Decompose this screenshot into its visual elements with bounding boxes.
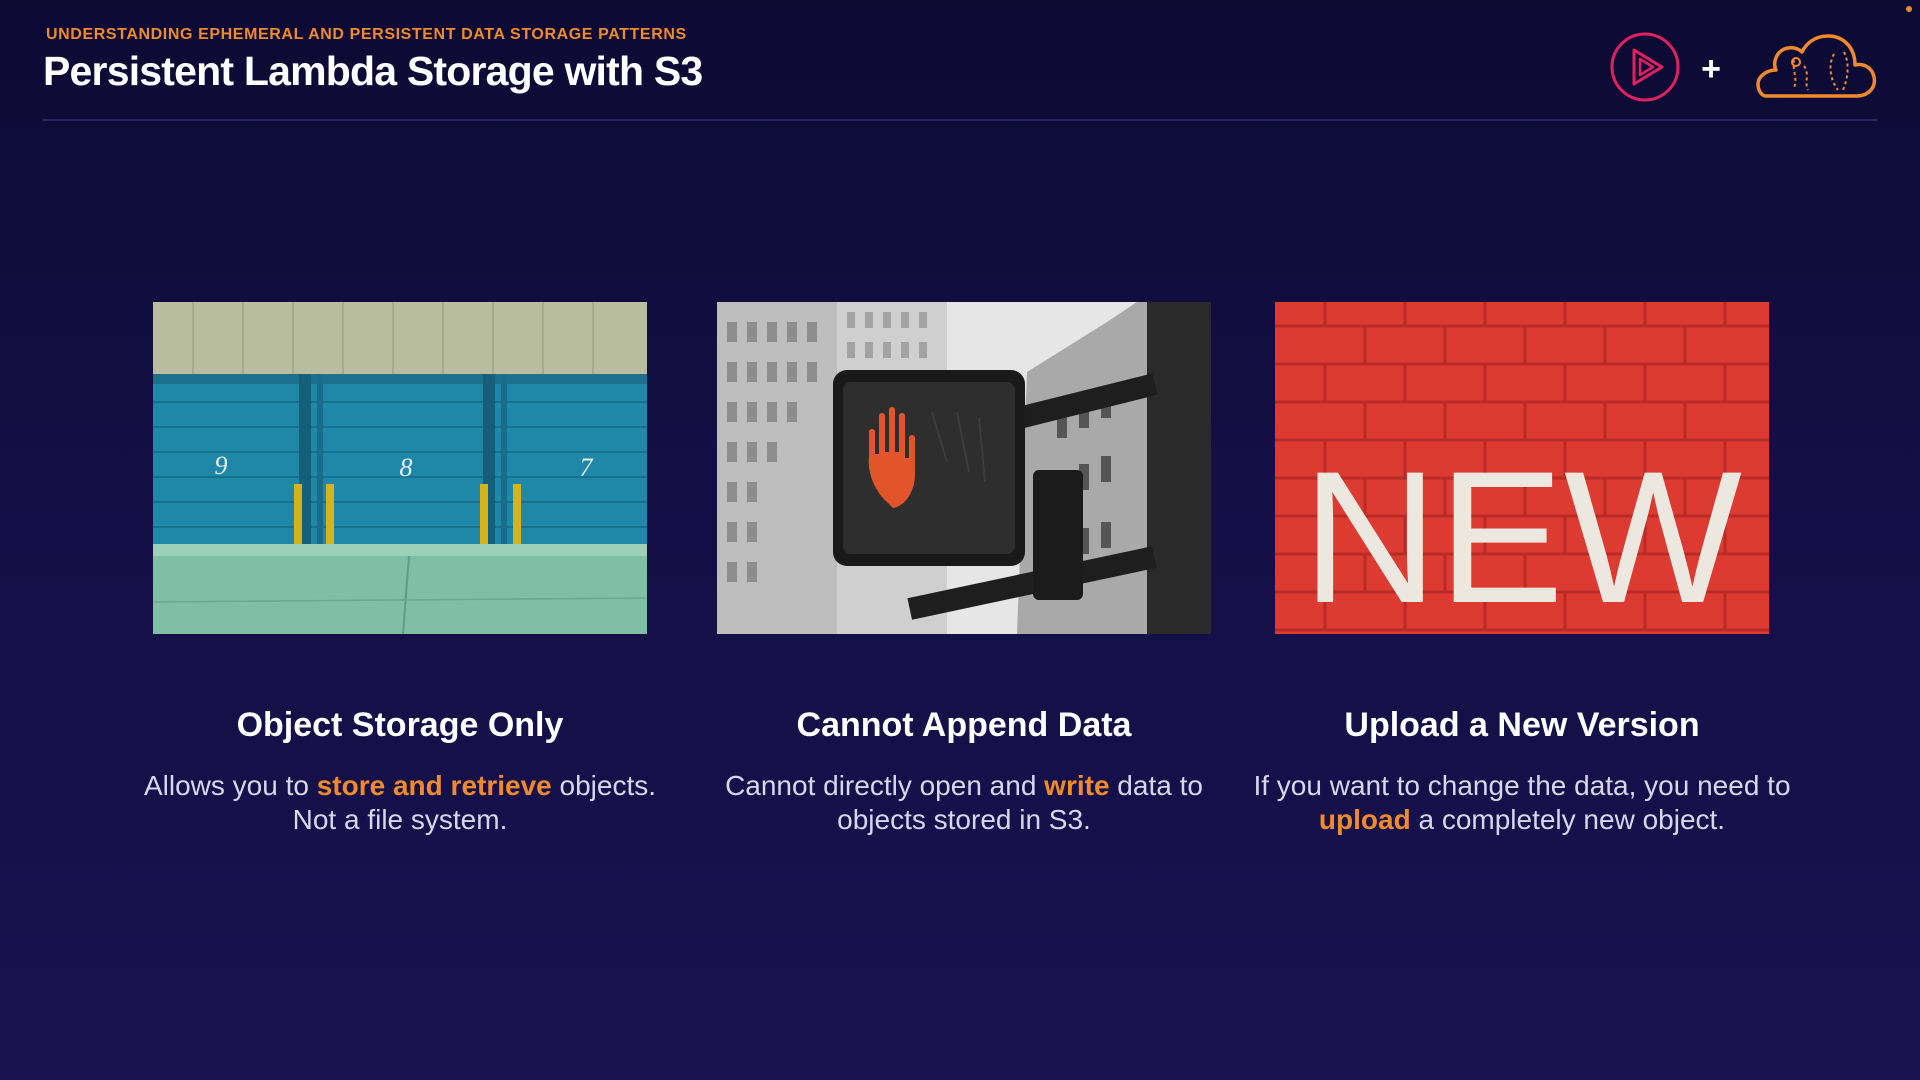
card-heading: Upload a New Version xyxy=(1344,706,1700,744)
card-description: If you want to change the data, you need… xyxy=(1242,769,1802,837)
desc-text: If you want to change the data, you need… xyxy=(1253,770,1791,801)
card-heading: Object Storage Only xyxy=(236,706,564,744)
crosswalk-signal-photo xyxy=(717,302,1211,634)
desc-highlight: write xyxy=(1044,770,1110,801)
section-kicker: UNDERSTANDING EPHEMERAL AND PERSISTENT D… xyxy=(46,26,687,43)
desc-text: Cannot directly open and xyxy=(725,770,1045,801)
page-title: Persistent Lambda Storage with S3 xyxy=(43,48,703,94)
plus-sign: + xyxy=(1701,50,1721,88)
desc-highlight: store and retrieve xyxy=(316,770,552,801)
wall-text: NEW xyxy=(1302,432,1742,634)
cloud-icon xyxy=(1756,34,1877,98)
desc-text: a completely new object. xyxy=(1410,804,1726,835)
storage-units-photo: 9 8 7 xyxy=(153,302,647,634)
card-upload-new: NEW Upload a New Version If you want to … xyxy=(1253,302,1791,837)
card-cannot-append: Cannot Append Data Cannot directly open … xyxy=(717,302,1211,837)
card-object-storage: 9 8 7 Object Storage Only Allows you to … xyxy=(144,302,656,837)
desc-text: Allows you to xyxy=(143,770,317,801)
play-circle-icon xyxy=(1610,32,1680,102)
door-number: 9 xyxy=(215,451,228,480)
new-brick-wall-photo: NEW xyxy=(1275,302,1769,634)
header-divider xyxy=(43,119,1877,121)
door-number: 7 xyxy=(580,453,594,482)
card-description: Allows you to store and retrieve objects… xyxy=(120,769,680,837)
brand-logos: + xyxy=(1608,30,1878,110)
desc-highlight: upload xyxy=(1318,804,1411,835)
corner-dot xyxy=(1906,6,1912,12)
card-description: Cannot directly open and write data to o… xyxy=(684,769,1244,837)
card-heading: Cannot Append Data xyxy=(796,706,1132,744)
door-number: 8 xyxy=(400,453,413,482)
